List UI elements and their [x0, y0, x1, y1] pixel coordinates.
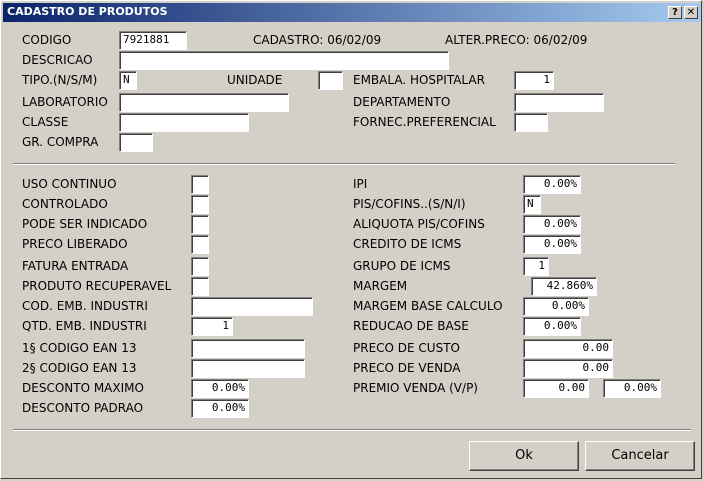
cod-emb-label: COD. EMB. INDUSTRI [22, 299, 148, 313]
reducao-base-field[interactable]: 0.00% [523, 317, 581, 336]
ok-button[interactable]: Ok [469, 441, 579, 471]
descricao-field[interactable] [119, 51, 449, 70]
embala-label: EMBALA. HOSPITALAR [353, 73, 485, 87]
ipi-label: IPI [353, 177, 368, 191]
help-button[interactable]: ? [668, 6, 682, 19]
premio-venda-field[interactable]: 0.00 [523, 379, 589, 398]
unidade-field[interactable] [318, 71, 343, 90]
gr-compra-field[interactable] [119, 133, 153, 152]
credito-icms-field[interactable]: 0.00% [523, 235, 581, 254]
dialog-window: CADASTRO DE PRODUTOS ? ✕ CODIGO 7921881 … [0, 0, 702, 479]
margem-label: MARGEM [353, 279, 408, 293]
cod-emb-field[interactable] [191, 297, 313, 316]
credito-icms-label: CREDITO DE ICMS [353, 237, 462, 251]
controlado-label: CONTROLADO [22, 197, 108, 211]
classe-field[interactable] [119, 113, 249, 132]
pode-ser-indicado-label: PODE SER INDICADO [22, 217, 148, 231]
aliquota-field[interactable]: 0.00% [523, 215, 581, 234]
desconto-padrao-field[interactable]: 0.00% [191, 399, 249, 418]
preco-liberado-checkbox[interactable] [191, 235, 209, 254]
embala-field[interactable]: 1 [514, 71, 554, 90]
fornec-label: FORNEC.PREFERENCIAL [353, 115, 496, 129]
departamento-field[interactable] [514, 93, 604, 112]
desconto-maximo-field[interactable]: 0.00% [191, 379, 249, 398]
fatura-entrada-checkbox[interactable] [191, 257, 209, 276]
margem-base-field[interactable]: 0.00% [523, 297, 589, 316]
separator-bottom [13, 429, 691, 431]
departamento-label: DEPARTAMENTO [353, 95, 451, 109]
margem-base-label: MARGEM BASE CALCULO [353, 299, 503, 313]
alter-preco-date: ALTER.PRECO: 06/02/09 [445, 33, 588, 47]
controlado-checkbox[interactable] [191, 195, 209, 214]
premio-venda-label: PREMIO VENDA (V/P) [353, 381, 478, 395]
cadastro-date: CADASTRO: 06/02/09 [253, 33, 382, 47]
qtd-emb-field[interactable]: 1 [191, 317, 233, 336]
pis-cofins-field[interactable]: N [523, 195, 541, 214]
close-button[interactable]: ✕ [684, 6, 698, 19]
laboratorio-field[interactable] [119, 93, 289, 112]
classe-label: CLASSE [22, 115, 69, 129]
laboratorio-label: LABORATORIO [22, 95, 108, 109]
fatura-entrada-label: FATURA ENTRADA [22, 259, 129, 273]
ipi-field[interactable]: 0.00% [523, 175, 581, 194]
window-title: CADASTRO DE PRODUTOS [7, 5, 168, 18]
fornec-field[interactable] [514, 113, 548, 132]
preco-venda-field[interactable]: 0.00 [523, 359, 613, 378]
codigo-field[interactable]: 7921881 [119, 31, 187, 50]
reducao-base-label: REDUCAO DE BASE [353, 319, 469, 333]
pode-ser-indicado-checkbox[interactable] [191, 215, 209, 234]
aliquota-label: ALIQUOTA PIS/COFINS [353, 217, 485, 231]
preco-liberado-label: PRECO LIBERADO [22, 237, 128, 251]
separator-top [13, 163, 675, 165]
ean2-field[interactable] [191, 359, 305, 378]
codigo-label: CODIGO [22, 33, 72, 47]
premio-venda-pct-field[interactable]: 0.00% [603, 379, 661, 398]
uso-continuo-label: USO CONTINUO [22, 177, 117, 191]
grupo-icms-label: GRUPO DE ICMS [353, 259, 451, 273]
tipo-field[interactable]: N [119, 71, 137, 90]
pis-cofins-label: PIS/COFINS..(S/N/I) [353, 197, 466, 211]
preco-custo-label: PRECO DE CUSTO [353, 341, 460, 355]
produto-recuperavel-label: PRODUTO RECUPERAVEL [22, 279, 172, 293]
produto-recuperavel-checkbox[interactable] [191, 277, 209, 296]
preco-venda-label: PRECO DE VENDA [353, 361, 461, 375]
margem-field[interactable]: 42.860% [531, 277, 597, 296]
gr-compra-label: GR. COMPRA [22, 135, 99, 149]
tipo-label: TIPO.(N/S/M) [22, 73, 98, 87]
uso-continuo-checkbox[interactable] [191, 175, 209, 194]
ean1-field[interactable] [191, 339, 305, 358]
qtd-emb-label: QTD. EMB. INDUSTRI [22, 319, 147, 333]
grupo-icms-field[interactable]: 1 [523, 257, 549, 276]
unidade-label: UNIDADE [227, 73, 283, 87]
ean1-label: 1§ CODIGO EAN 13 [22, 341, 137, 355]
descricao-label: DESCRICAO [22, 53, 93, 67]
cancel-button[interactable]: Cancelar [585, 441, 695, 471]
desconto-maximo-label: DESCONTO MAXIMO [22, 381, 144, 395]
ean2-label: 2§ CODIGO EAN 13 [22, 361, 137, 375]
preco-custo-field[interactable]: 0.00 [523, 339, 613, 358]
title-bar: CADASTRO DE PRODUTOS ? ✕ [3, 3, 701, 22]
desconto-padrao-label: DESCONTO PADRAO [22, 401, 144, 415]
